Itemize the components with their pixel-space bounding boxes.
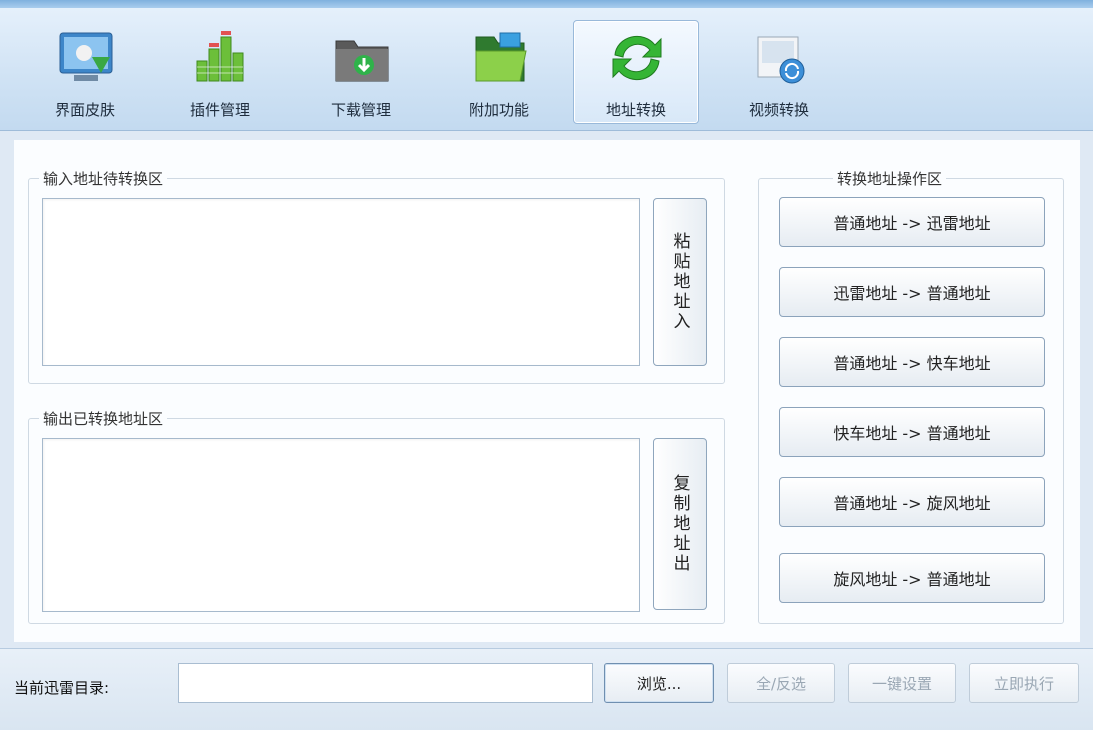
paste-address-label: 粘贴地址入: [669, 232, 690, 332]
normal-to-thunder-button[interactable]: 普通地址 -> 迅雷地址: [779, 197, 1045, 247]
select-all-button[interactable]: 全/反选: [727, 663, 835, 703]
tool-address-convert[interactable]: 地址转换: [573, 20, 699, 124]
one-click-setup-button[interactable]: 一键设置: [848, 663, 956, 703]
tool-download[interactable]: 下载管理: [298, 20, 424, 124]
normal-to-flashget-button[interactable]: 普通地址 -> 快车地址: [779, 337, 1045, 387]
tool-plugin[interactable]: 插件管理: [157, 20, 283, 124]
input-address-textarea[interactable]: [42, 198, 640, 366]
input-group-title: 输入地址待转换区: [39, 168, 168, 189]
tool-addon[interactable]: 附加功能: [436, 20, 562, 124]
video-convert-icon: [757, 36, 805, 84]
convert-group-title: 转换地址操作区: [833, 168, 947, 189]
thunder-to-normal-button[interactable]: 迅雷地址 -> 普通地址: [779, 267, 1045, 317]
window-title-bar: [0, 0, 1093, 8]
tool-label: 界面皮肤: [54, 101, 115, 119]
qqxf-to-normal-button[interactable]: 旋风地址 -> 普通地址: [779, 553, 1045, 603]
refresh-arrows-icon: [612, 35, 662, 81]
address-convert-panel: 输入地址待转换区 粘贴地址入 输出已转换地址区 复制地址出 转换地址操作区 普通…: [14, 140, 1080, 642]
output-group-title: 输出已转换地址区: [39, 408, 168, 429]
tool-label: 附加功能: [468, 101, 529, 119]
bottom-bar: 当前迅雷目录: 浏览... 全/反选 一键设置 立即执行: [0, 648, 1093, 730]
browse-button[interactable]: 浏览...: [604, 663, 714, 703]
tool-skin[interactable]: 界面皮肤: [22, 20, 148, 124]
thunder-dir-input[interactable]: [178, 663, 593, 703]
execute-now-button[interactable]: 立即执行: [969, 663, 1079, 703]
output-address-textarea[interactable]: [42, 438, 640, 612]
normal-to-qqxf-button[interactable]: 普通地址 -> 旋风地址: [779, 477, 1045, 527]
main-toolbar: 界面皮肤 插件管理 下载管理 附加功能 地址转换 视频转换: [0, 8, 1093, 131]
copy-address-button[interactable]: 复制地址出: [653, 438, 707, 610]
addon-folder-icon: [475, 32, 527, 82]
plugin-icon: [196, 31, 244, 82]
skin-icon: [59, 32, 113, 81]
copy-address-label: 复制地址出: [669, 474, 690, 574]
tool-label: 下载管理: [330, 101, 391, 119]
thunder-dir-label: 当前迅雷目录:: [14, 679, 110, 697]
flashget-to-normal-button[interactable]: 快车地址 -> 普通地址: [779, 407, 1045, 457]
input-group: 输入地址待转换区 粘贴地址入: [28, 168, 725, 384]
convert-operations-group: 转换地址操作区 普通地址 -> 迅雷地址 迅雷地址 -> 普通地址 普通地址 -…: [758, 168, 1064, 624]
download-folder-icon: [335, 40, 389, 82]
tool-label: 插件管理: [189, 101, 250, 119]
tool-label: 地址转换: [605, 101, 666, 119]
tool-video-convert[interactable]: 视频转换: [716, 20, 842, 124]
paste-address-button[interactable]: 粘贴地址入: [653, 198, 707, 366]
tool-label: 视频转换: [748, 101, 809, 119]
output-group: 输出已转换地址区 复制地址出: [28, 408, 725, 624]
